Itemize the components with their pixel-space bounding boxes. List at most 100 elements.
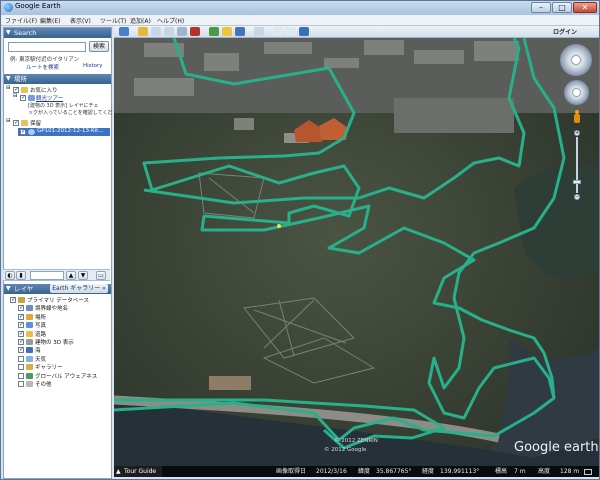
google-earth-logo: Google earth [514, 440, 599, 455]
places-panel-header[interactable]: ▼ 場所 [4, 74, 111, 84]
layer-checkbox[interactable] [18, 304, 24, 312]
new-folder-icon[interactable]: ▭ [96, 271, 106, 280]
map-view[interactable]: + − © 2012 Google © 2012 ZENRIN Google e… [114, 38, 599, 477]
menu-edit[interactable]: 編集(E) [40, 16, 60, 25]
layer-icon [26, 355, 33, 362]
layer-label: プライマリ データベース [27, 298, 89, 304]
map-imagery [114, 38, 599, 477]
layer-checkbox[interactable] [18, 346, 24, 354]
latitude-label: 緯度 [358, 468, 371, 475]
layer-checkbox[interactable] [18, 364, 24, 371]
path-icon[interactable] [164, 27, 174, 36]
directions-link[interactable]: ルートを検索 [26, 63, 59, 71]
longitude-value: 139.991113° [440, 468, 480, 475]
look-joystick[interactable] [560, 44, 592, 76]
google-earth-icon [4, 3, 13, 12]
layer-checkbox[interactable] [18, 381, 24, 387]
historical-imagery-icon[interactable] [209, 27, 219, 36]
layer-label: ギャラリー [35, 365, 63, 372]
switch-planet-icon[interactable] [235, 27, 245, 36]
compass-center-icon [571, 55, 581, 65]
layer-icon [26, 339, 33, 345]
tour-guide-button[interactable]: ▲ Tour Guide [114, 466, 162, 477]
image-overlay-icon[interactable] [177, 27, 187, 36]
minimize-button[interactable]: – [531, 2, 551, 13]
zoom-slider[interactable]: + − [573, 130, 581, 202]
layer-checkbox[interactable] [10, 296, 16, 303]
pegman-icon[interactable] [573, 110, 581, 124]
maximize-button[interactable]: □ [552, 2, 572, 13]
layer-checkbox[interactable] [18, 338, 24, 345]
panel-toggle-icon[interactable]: ▮ [16, 271, 26, 280]
places-filter-input[interactable] [30, 271, 64, 280]
status-bar: ▲ Tour Guide 画像取得日 2012/3/16 緯度 35.86776… [114, 466, 599, 477]
search-panel-header[interactable]: ▼ Search [4, 28, 111, 38]
move-joystick[interactable] [564, 80, 589, 105]
layer-icon [26, 381, 33, 387]
placemark-icon[interactable] [138, 27, 148, 36]
sunlight-icon[interactable] [222, 27, 232, 36]
longitude-label: 経度 [422, 468, 435, 475]
layer-label: 海 [35, 348, 41, 355]
menu-help[interactable]: ヘルプ(H) [157, 16, 184, 25]
layers-header-label: レイヤ [14, 285, 34, 293]
print-icon[interactable] [286, 27, 296, 36]
layer-checkbox[interactable] [18, 330, 24, 337]
triangle-up-icon: ▲ [116, 468, 121, 475]
layer-checkbox[interactable] [18, 313, 24, 320]
menu-bar: ファイル(F) 編集(E) 表示(V) ツール(T) 追加(A) ヘルプ(H) [1, 15, 599, 26]
ruler-icon[interactable] [254, 27, 264, 36]
zoom-out-icon[interactable]: − [574, 194, 580, 200]
tour-icon [28, 95, 35, 101]
search-button[interactable]: 検索 [89, 41, 109, 52]
search-places-icon[interactable]: ◐ [5, 271, 15, 280]
layer-icon [26, 305, 33, 312]
layer-checkbox[interactable] [18, 321, 24, 329]
menu-tools[interactable]: ツール(T) [100, 16, 126, 25]
google-maps-icon[interactable] [299, 27, 309, 36]
sidebar: ▼ Search 検索 例: 東京駅付近のイタリアン ルートを検索 Histor… [3, 27, 112, 479]
zoom-thumb[interactable] [573, 180, 581, 184]
layer-label: 境界線や地名 [35, 306, 69, 313]
layer-checkbox[interactable] [18, 355, 24, 362]
close-button[interactable]: ✕ [573, 2, 597, 13]
window-title: Google Earth [15, 2, 61, 10]
layer-checkbox[interactable] [18, 372, 24, 379]
earth-gallery-button[interactable]: Earth ギャラリー » [50, 284, 108, 293]
menu-add[interactable]: 追加(A) [130, 16, 151, 25]
places-item-gps-track[interactable]: GP101-2012-12-13-Kit... [18, 128, 110, 136]
copyright-zenrin: © 2012 ZENRIN [334, 438, 378, 444]
history-link[interactable]: History [83, 63, 103, 69]
layer-label: その他 [35, 382, 52, 388]
app-window: Google Earth – □ ✕ ファイル(F) 編集(E) 表示(V) ツ… [0, 0, 600, 480]
elevation-label: 標高 [495, 468, 508, 475]
eye-altitude-value: 128 m [560, 468, 580, 475]
move-up-icon[interactable]: ▲ [66, 271, 76, 280]
eye-altitude-label: 高度 [538, 468, 551, 475]
layer-icon [26, 347, 33, 354]
record-tour-icon[interactable] [190, 27, 200, 36]
email-icon[interactable] [273, 27, 283, 36]
zoom-in-icon[interactable]: + [574, 130, 580, 136]
elevation-value: 7 m [514, 468, 526, 475]
layer-icon [26, 313, 33, 320]
sidebar-toggle-icon[interactable] [119, 27, 129, 36]
layer-label: 建物の 3D 表示 [35, 340, 74, 346]
menu-view[interactable]: 表示(V) [70, 16, 91, 25]
latitude-value: 35.867765° [376, 468, 412, 475]
layer-icon [26, 364, 33, 371]
login-button[interactable]: ログイン [553, 27, 577, 36]
collapse-triangle-icon: ▼ [6, 285, 11, 292]
folder-icon [21, 120, 28, 126]
move-down-icon[interactable]: ▼ [78, 271, 88, 280]
copyright-google: © 2012 Google [324, 447, 367, 453]
layers-panel-header[interactable]: ▼ レイヤ Earth ギャラリー » [4, 284, 111, 294]
main-toolbar: ログイン [114, 26, 599, 38]
title-bar: Google Earth – □ ✕ [1, 1, 599, 15]
menu-file[interactable]: ファイル(F) [5, 16, 37, 25]
search-input[interactable] [8, 42, 86, 52]
search-header-label: Search [14, 29, 37, 37]
track-icon [28, 129, 35, 135]
folder-icon [21, 87, 28, 93]
polygon-icon[interactable] [151, 27, 161, 36]
